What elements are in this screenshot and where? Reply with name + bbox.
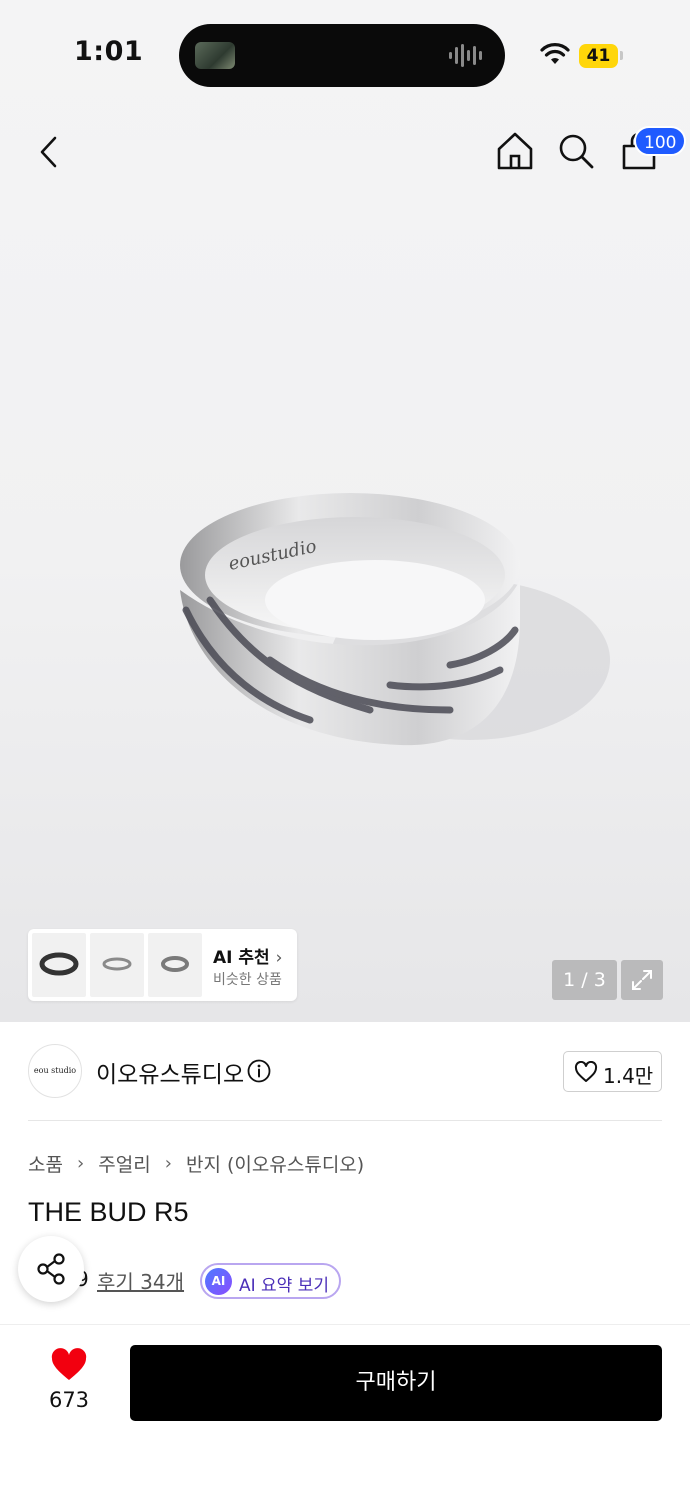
expand-icon	[632, 970, 652, 990]
now-playing-thumbnail	[195, 42, 235, 69]
store-logo[interactable]: eou studio	[28, 1044, 82, 1098]
audio-wave-icon	[449, 44, 482, 67]
info-icon[interactable]	[247, 1059, 271, 1083]
heart-outline-icon	[574, 1061, 598, 1082]
battery-indicator: 41	[579, 44, 618, 68]
breadcrumb-item[interactable]: 주얼리	[98, 1150, 150, 1177]
breadcrumb-item[interactable]: 소품	[28, 1150, 63, 1177]
ai-badge-icon: AI	[205, 1268, 232, 1295]
chevron-right-icon: ›	[164, 1153, 172, 1174]
cart-count-badge: 100	[634, 126, 687, 156]
store-like-count: 1.4만	[603, 1064, 654, 1088]
home-icon[interactable]	[495, 130, 535, 172]
image-page-counter: 1 / 3	[552, 960, 617, 1000]
store-name[interactable]: 이오유스튜디오	[96, 1055, 244, 1089]
share-icon	[37, 1253, 65, 1285]
chevron-right-icon: ›	[77, 1153, 85, 1174]
section-divider	[28, 1120, 662, 1121]
product-image-ring[interactable]: eoustudio	[150, 470, 620, 770]
breadcrumb: 소품 › 주얼리 › 반지 (이오유스튜디오)	[28, 1150, 364, 1177]
battery-tip	[620, 51, 623, 60]
similar-item-thumbnail[interactable]	[32, 933, 86, 997]
ai-recommend-strip[interactable]: AI 추천 › 비슷한 상품	[28, 929, 297, 1001]
back-arrow-icon[interactable]	[30, 130, 70, 174]
similar-item-thumbnail[interactable]	[148, 933, 202, 997]
wish-count: 673	[48, 1388, 90, 1412]
ai-recommend-subtitle: 비슷한 상품	[213, 972, 282, 988]
buy-button[interactable]: 구매하기	[130, 1345, 662, 1421]
product-gallery[interactable]: 1:01 41 100 eoustudio AI 추천 › 비슷한 상품 1 /…	[0, 0, 690, 1022]
dynamic-island	[179, 24, 505, 87]
search-icon[interactable]	[556, 130, 596, 172]
status-time: 1:01	[74, 36, 144, 67]
similar-item-thumbnail[interactable]	[90, 933, 144, 997]
share-button[interactable]	[18, 1236, 84, 1302]
wifi-icon	[540, 43, 570, 64]
chevron-right-icon: ›	[275, 948, 283, 968]
review-link[interactable]: 후기 34개	[97, 1266, 184, 1295]
status-bar: 1:01 41	[0, 0, 690, 100]
fullscreen-button[interactable]	[621, 960, 663, 1000]
ai-summary-label: AI 요약 보기	[239, 1276, 330, 1296]
breadcrumb-item[interactable]: 반지 (이오유스튜디오)	[186, 1150, 364, 1177]
heart-filled-icon[interactable]	[50, 1348, 88, 1382]
ai-recommend-title-text: AI 추천	[213, 948, 270, 968]
ai-recommend-title[interactable]: AI 추천 ›	[213, 943, 282, 968]
bottom-bar-divider	[0, 1324, 690, 1325]
product-title: THE BUD R5	[28, 1197, 189, 1227]
ai-summary-button[interactable]: AI AI 요약 보기	[200, 1263, 341, 1299]
store-like-button[interactable]: 1.4만	[563, 1051, 662, 1092]
